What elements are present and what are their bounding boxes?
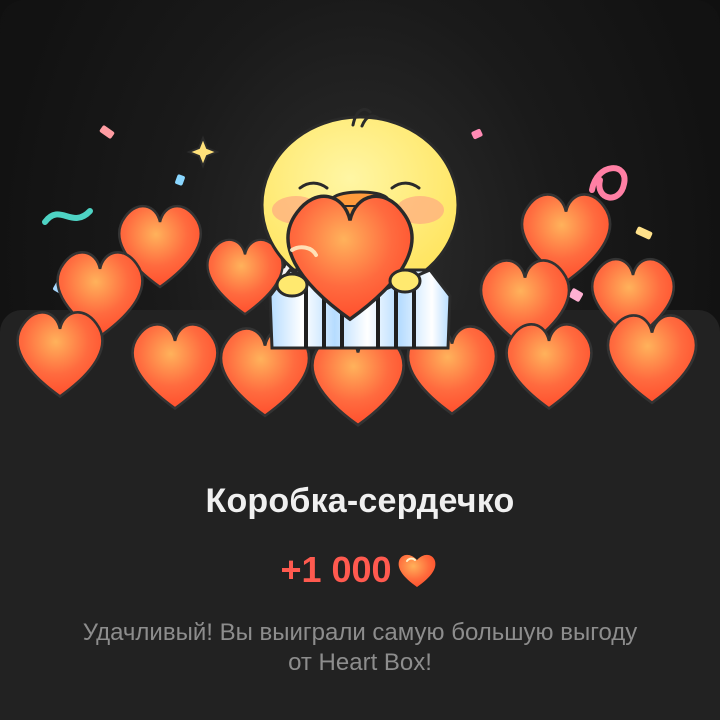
reward-amount: +1 000: [280, 549, 392, 590]
heart-box-illustration: [16, 107, 698, 427]
reward-description: Удачливый! Вы выиграли самую большую выг…: [40, 618, 680, 678]
reward-amount-row: +1 000: [0, 549, 720, 591]
heart-icon: [398, 554, 435, 587]
reward-screen: Коробка-сердечко +1 000 Удачливый! Вы вы…: [0, 0, 720, 720]
description-line-1: Удачливый! Вы выиграли самую большую выг…: [82, 619, 638, 646]
reward-title: Коробка-сердечко: [205, 482, 515, 520]
description-line-2: от Heart Box!: [288, 649, 432, 676]
